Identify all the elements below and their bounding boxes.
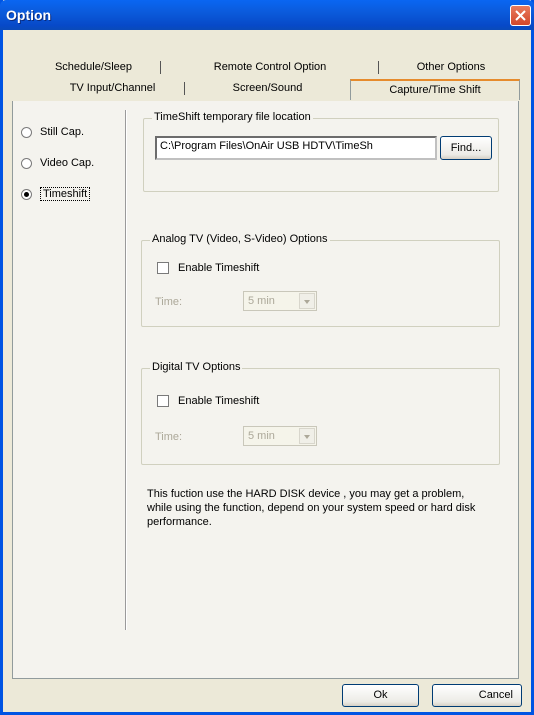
analog-time-value: 5 min <box>248 295 275 307</box>
tab-label: Capture/Time Shift <box>389 84 481 96</box>
tab-other-options[interactable]: Other Options <box>379 58 523 76</box>
digital-enable-checkbox[interactable] <box>157 395 169 407</box>
chevron-down-icon <box>299 428 315 444</box>
window-title: Option <box>6 7 52 23</box>
digital-options-group: Digital TV Options <box>141 361 500 465</box>
radio-video-cap-input[interactable] <box>21 157 32 169</box>
close-button[interactable] <box>510 5 531 26</box>
title-bar[interactable]: Option <box>0 0 534 30</box>
timeshift-location-legend: TimeShift temporary file location <box>152 111 313 123</box>
tab-label: Remote Control Option <box>213 61 327 73</box>
analog-options-legend: Analog TV (Video, S-Video) Options <box>150 233 330 245</box>
tab-screen-sound[interactable]: Screen/Sound <box>185 79 350 97</box>
digital-enable-timeshift[interactable]: Enable Timeshift <box>157 394 259 408</box>
tab-label: Other Options <box>416 61 486 73</box>
analog-time-select[interactable]: 5 min <box>243 291 317 311</box>
tab-capture-time-shift[interactable]: Capture/Time Shift <box>350 79 520 100</box>
digital-time-label: Time: <box>155 431 183 443</box>
radio-still-cap-input[interactable] <box>21 126 32 138</box>
tab-schedule-sleep[interactable]: Schedule/Sleep <box>26 58 161 76</box>
analog-enable-checkbox[interactable] <box>157 262 169 274</box>
find-button[interactable]: Find... <box>440 136 492 160</box>
radio-timeshift-label: Timeshift <box>40 187 91 201</box>
timeshift-path-input[interactable]: C:\Program Files\OnAir USB HDTV\TimeSh <box>155 136 437 160</box>
analog-time-label: Time: <box>155 296 183 308</box>
tab-remote-control-option[interactable]: Remote Control Option <box>161 58 379 76</box>
radio-video-cap-label: Video Cap. <box>40 157 95 169</box>
digital-time-select[interactable]: 5 min <box>243 426 317 446</box>
panel-divider <box>125 110 127 630</box>
cancel-button[interactable]: Cancel <box>432 684 522 707</box>
chevron-down-icon <box>299 293 315 309</box>
radio-timeshift-input[interactable] <box>21 188 32 200</box>
tab-label: Screen/Sound <box>232 82 303 94</box>
radio-still-cap-label: Still Cap. <box>40 126 85 138</box>
ok-button[interactable]: Ok <box>342 684 419 707</box>
analog-enable-timeshift[interactable]: Enable Timeshift <box>157 261 259 275</box>
radio-timeshift[interactable]: Timeshift <box>21 186 91 202</box>
analog-enable-label: Enable Timeshift <box>178 262 260 274</box>
digital-options-legend: Digital TV Options <box>150 361 243 373</box>
digital-time-value: 5 min <box>248 430 275 442</box>
tab-label: TV Input/Channel <box>69 82 156 94</box>
hard-disk-warning-text: This fuction use the HARD DISK device , … <box>147 488 476 528</box>
tab-tv-input-channel[interactable]: TV Input/Channel <box>40 79 185 97</box>
digital-enable-label: Enable Timeshift <box>178 395 260 407</box>
close-icon <box>515 10 526 21</box>
tab-label: Schedule/Sleep <box>54 61 133 73</box>
radio-video-cap[interactable]: Video Cap. <box>21 155 94 171</box>
radio-still-cap[interactable]: Still Cap. <box>21 124 84 140</box>
analog-options-group: Analog TV (Video, S-Video) Options <box>141 233 500 327</box>
